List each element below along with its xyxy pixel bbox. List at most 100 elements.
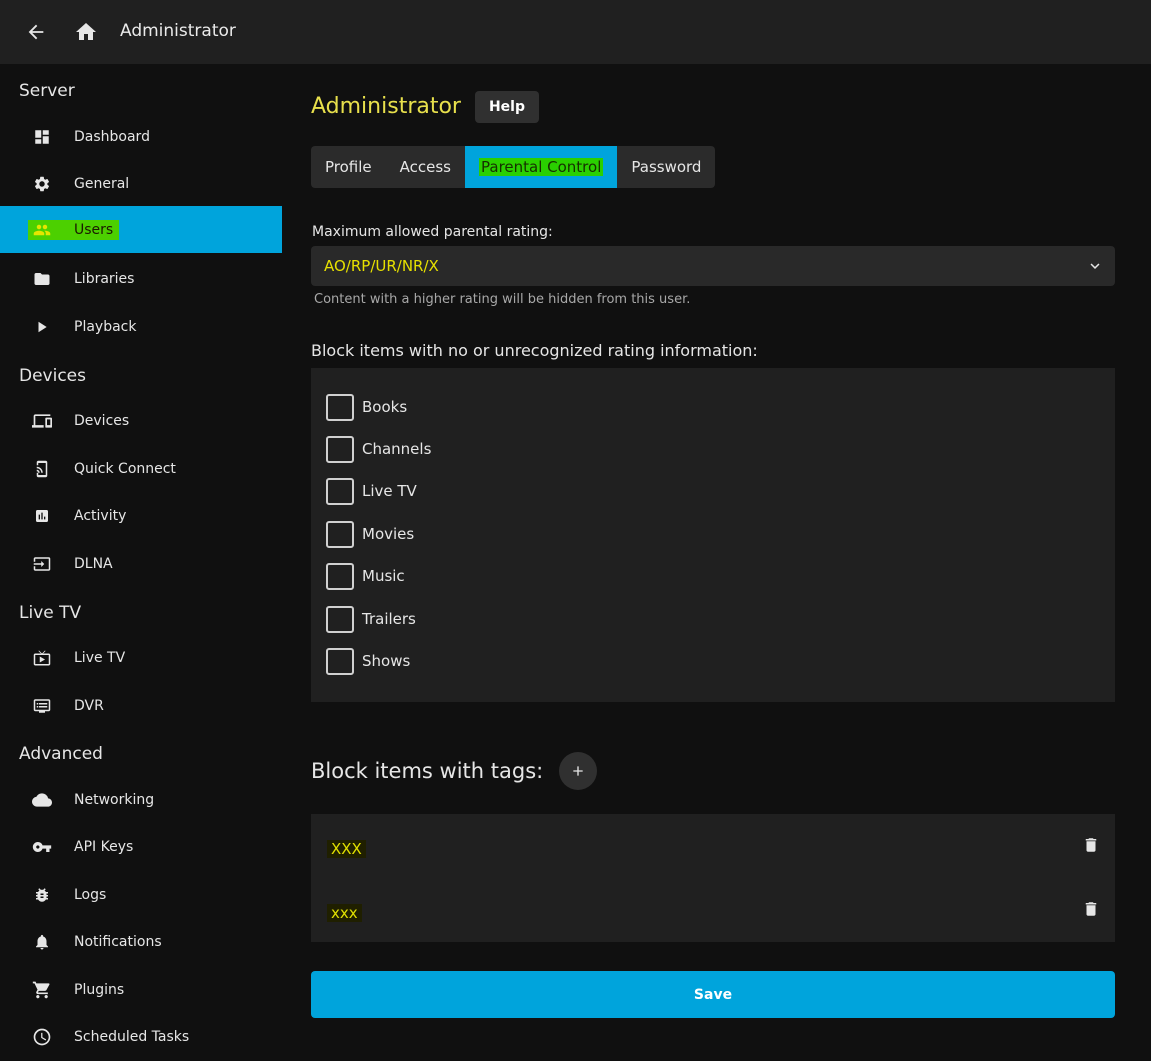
sidebar: Server Dashboard General Users Libraries… bbox=[0, 64, 282, 1061]
add-tag-button[interactable] bbox=[559, 752, 597, 790]
rating-hint: Content with a higher rating will be hid… bbox=[314, 292, 691, 307]
sidebar-item-activity[interactable]: Activity bbox=[0, 492, 282, 539]
sidebar-item-label: Networking bbox=[74, 791, 155, 808]
sidebar-item-general[interactable]: General bbox=[0, 160, 282, 207]
tag-value: xxx bbox=[327, 904, 362, 922]
sidebar-item-label: DVR bbox=[74, 697, 104, 714]
arrow-left-icon[interactable] bbox=[24, 20, 48, 44]
sidebar-item-libraries[interactable]: Libraries bbox=[0, 255, 282, 302]
parental-rating-select[interactable]: AO/RP/UR/NR/X bbox=[311, 246, 1115, 286]
home-icon[interactable] bbox=[74, 20, 98, 44]
save-button[interactable]: Save bbox=[311, 971, 1115, 1018]
checkbox-music[interactable]: Music bbox=[326, 562, 405, 590]
sidebar-item-scheduled-tasks[interactable]: Scheduled Tasks bbox=[0, 1013, 282, 1060]
checkbox-box[interactable] bbox=[326, 562, 354, 590]
sidebar-item-users[interactable]: Users bbox=[0, 206, 282, 253]
checkbox-shows[interactable]: Shows bbox=[326, 647, 410, 675]
trash-icon[interactable] bbox=[1081, 899, 1101, 919]
live-tv-icon bbox=[32, 648, 52, 668]
tags-list: XXX xxx bbox=[311, 814, 1115, 942]
sidebar-item-label: Libraries bbox=[74, 270, 135, 287]
cloud-icon bbox=[32, 790, 52, 810]
sidebar-item-label: Devices bbox=[74, 412, 130, 429]
checkbox-box[interactable] bbox=[326, 605, 354, 633]
sidebar-item-label: Plugins bbox=[74, 981, 125, 998]
folder-icon bbox=[32, 269, 52, 289]
block-tags-heading: Block items with tags: bbox=[311, 759, 544, 783]
tab-password[interactable]: Password bbox=[617, 146, 715, 188]
checkbox-movies[interactable]: Movies bbox=[326, 520, 414, 548]
bug-icon bbox=[32, 885, 52, 905]
input-icon bbox=[32, 554, 52, 574]
checkbox-box[interactable] bbox=[326, 435, 354, 463]
tab-bar: Profile Access Parental Control Password bbox=[311, 146, 716, 188]
sidebar-item-label: DLNA bbox=[74, 555, 113, 572]
checkbox-box[interactable] bbox=[326, 393, 354, 421]
dvr-icon bbox=[32, 696, 52, 716]
devices-icon bbox=[32, 411, 52, 431]
checkbox-label: Channels bbox=[362, 440, 432, 458]
checkbox-trailers[interactable]: Trailers bbox=[326, 605, 416, 633]
tab-profile[interactable]: Profile bbox=[311, 146, 386, 188]
page-title: Administrator bbox=[311, 94, 461, 119]
sidebar-item-networking[interactable]: Networking bbox=[0, 776, 282, 823]
sidebar-item-label: Users bbox=[74, 221, 114, 238]
bell-icon bbox=[32, 932, 52, 952]
sidebar-item-playback[interactable]: Playback bbox=[0, 303, 282, 350]
help-button[interactable]: Help bbox=[475, 91, 539, 123]
sidebar-item-dashboard[interactable]: Dashboard bbox=[0, 113, 282, 160]
sidebar-item-api-keys[interactable]: API Keys bbox=[0, 823, 282, 870]
checkbox-channels[interactable]: Channels bbox=[326, 435, 431, 463]
section-header-live-tv: Live TV bbox=[19, 603, 82, 623]
rating-label: Maximum allowed parental rating: bbox=[312, 224, 553, 240]
trash-icon[interactable] bbox=[1081, 835, 1101, 855]
tag-value: XXX bbox=[327, 840, 366, 858]
sidebar-item-label: Dashboard bbox=[74, 128, 150, 145]
checkbox-live-tv[interactable]: Live TV bbox=[326, 477, 417, 505]
checkbox-box[interactable] bbox=[326, 477, 354, 505]
sidebar-item-devices[interactable]: Devices bbox=[0, 397, 282, 444]
checkbox-box[interactable] bbox=[326, 520, 354, 548]
sidebar-item-label: Quick Connect bbox=[74, 460, 176, 477]
sidebar-item-label: Playback bbox=[74, 318, 137, 335]
top-bar: Administrator bbox=[0, 0, 1151, 64]
sidebar-item-label: API Keys bbox=[74, 838, 134, 855]
sidebar-item-label: Notifications bbox=[74, 933, 162, 950]
checkbox-label: Music bbox=[362, 567, 405, 585]
key-icon bbox=[32, 837, 52, 857]
checkbox-label: Books bbox=[362, 398, 408, 416]
activity-icon bbox=[32, 506, 52, 526]
tab-access[interactable]: Access bbox=[386, 146, 465, 188]
clock-icon bbox=[32, 1027, 52, 1047]
chevron-down-icon bbox=[1085, 256, 1105, 276]
checkbox-label: Trailers bbox=[362, 610, 416, 628]
gear-icon bbox=[32, 174, 52, 194]
sidebar-item-label: Logs bbox=[74, 886, 107, 903]
sidebar-item-label: Live TV bbox=[74, 649, 126, 666]
sidebar-item-live-tv[interactable]: Live TV bbox=[0, 634, 282, 681]
top-bar-title: Administrator bbox=[120, 21, 236, 41]
checkbox-books[interactable]: Books bbox=[326, 393, 407, 421]
section-header-devices: Devices bbox=[19, 366, 86, 386]
tag-row: XXX bbox=[311, 826, 1115, 874]
checkbox-box[interactable] bbox=[326, 647, 354, 675]
cart-icon bbox=[32, 980, 52, 1000]
tag-row: xxx bbox=[311, 890, 1115, 938]
dashboard-icon bbox=[32, 127, 52, 147]
sidebar-item-label: General bbox=[74, 175, 130, 192]
sidebar-item-notifications[interactable]: Notifications bbox=[0, 918, 282, 965]
sidebar-item-logs[interactable]: Logs bbox=[0, 871, 282, 918]
play-icon bbox=[32, 317, 52, 337]
rating-selected-value: AO/RP/UR/NR/X bbox=[324, 257, 439, 275]
sidebar-item-dlna[interactable]: DLNA bbox=[0, 540, 282, 587]
checkbox-label: Movies bbox=[362, 525, 415, 543]
block-unrated-panel: Books Channels Live TV Movies Music Trai… bbox=[311, 368, 1115, 702]
section-header-server: Server bbox=[19, 81, 75, 101]
users-icon bbox=[32, 220, 52, 240]
sidebar-item-label: Activity bbox=[74, 507, 127, 524]
sidebar-item-plugins[interactable]: Plugins bbox=[0, 966, 282, 1013]
sidebar-item-dvr[interactable]: DVR bbox=[0, 682, 282, 729]
tab-parental-control[interactable]: Parental Control bbox=[465, 146, 618, 188]
sidebar-item-quick-connect[interactable]: Quick Connect bbox=[0, 445, 282, 492]
phonelink-icon bbox=[32, 459, 52, 479]
